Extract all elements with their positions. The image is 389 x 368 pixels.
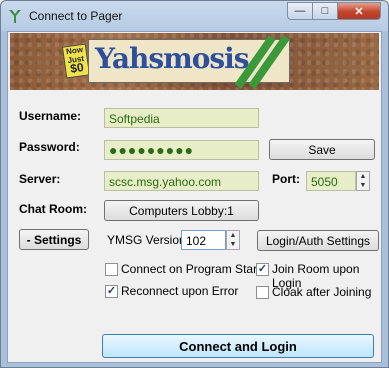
title-bar[interactable]: Connect to Pager — □ ✕ <box>1 1 388 31</box>
minimize-button[interactable]: — <box>287 2 313 20</box>
chat-room-label: Chat Room: <box>19 202 87 216</box>
maximize-button[interactable]: □ <box>312 2 338 20</box>
spin-up-icon[interactable]: ▲ <box>227 231 239 240</box>
server-field[interactable]: scsc.msg.yahoo.com <box>104 171 259 191</box>
reconnect-on-error-label: Reconnect upon Error <box>121 284 239 298</box>
settings-toggle-button[interactable]: - Settings <box>19 229 89 250</box>
save-button[interactable]: Save <box>269 139 375 160</box>
ymsg-version-field[interactable]: 102 <box>181 230 226 250</box>
port-spinner[interactable]: ▲ ▼ <box>356 171 370 191</box>
banner: Now Just $0 Yahsmosis <box>10 33 379 90</box>
connect-on-start-label: Connect on Program Start <box>121 262 261 276</box>
badge-price: $0 <box>69 60 85 76</box>
cloak-after-joining-checkbox[interactable] <box>256 286 269 299</box>
banner-logo: Yahsmosis <box>88 35 290 89</box>
banner-logo-text: Yahsmosis <box>95 42 250 75</box>
check-icon: ✓ <box>106 285 117 297</box>
server-label: Server: <box>19 172 61 186</box>
connect-to-pager-window: Connect to Pager — □ ✕ Now Just $0 Yahsm… <box>0 0 389 368</box>
check-icon: ✓ <box>257 263 268 275</box>
reconnect-on-error-checkbox[interactable]: ✓ <box>105 285 118 298</box>
spin-up-icon[interactable]: ▲ <box>357 172 369 181</box>
app-icon <box>9 10 21 23</box>
username-label: Username: <box>19 109 82 123</box>
dialog-client-area: Now Just $0 Yahsmosis Username: Softpedi… <box>7 31 382 363</box>
password-field[interactable]: ●●●●●●●●● <box>104 140 259 160</box>
port-field[interactable]: 5050 <box>306 171 356 191</box>
cloak-after-joining-label: Cloak after Joining <box>272 285 372 299</box>
ymsg-version-label: YMSG Version <box>107 233 186 247</box>
spin-down-icon[interactable]: ▼ <box>357 181 369 190</box>
port-label: Port: <box>272 172 300 186</box>
maximize-icon: □ <box>321 5 329 17</box>
spin-down-icon[interactable]: ▼ <box>227 240 239 249</box>
window-title: Connect to Pager <box>29 9 123 23</box>
price-badge: Now Just $0 <box>61 43 91 79</box>
connect-on-start-checkbox[interactable] <box>105 263 118 276</box>
minimize-icon: — <box>294 5 306 17</box>
ymsg-version-spinner[interactable]: ▲ ▼ <box>226 230 240 250</box>
connect-and-login-button[interactable]: Connect and Login <box>102 334 374 358</box>
login-auth-settings-button[interactable]: Login/Auth Settings <box>257 230 379 251</box>
join-room-on-login-checkbox[interactable]: ✓ <box>256 263 269 276</box>
close-icon: ✕ <box>354 5 364 18</box>
close-button[interactable]: ✕ <box>337 2 381 20</box>
username-field[interactable]: Softpedia <box>104 108 259 128</box>
password-label: Password: <box>19 140 80 154</box>
chat-room-button[interactable]: Computers Lobby:1 <box>104 200 259 221</box>
